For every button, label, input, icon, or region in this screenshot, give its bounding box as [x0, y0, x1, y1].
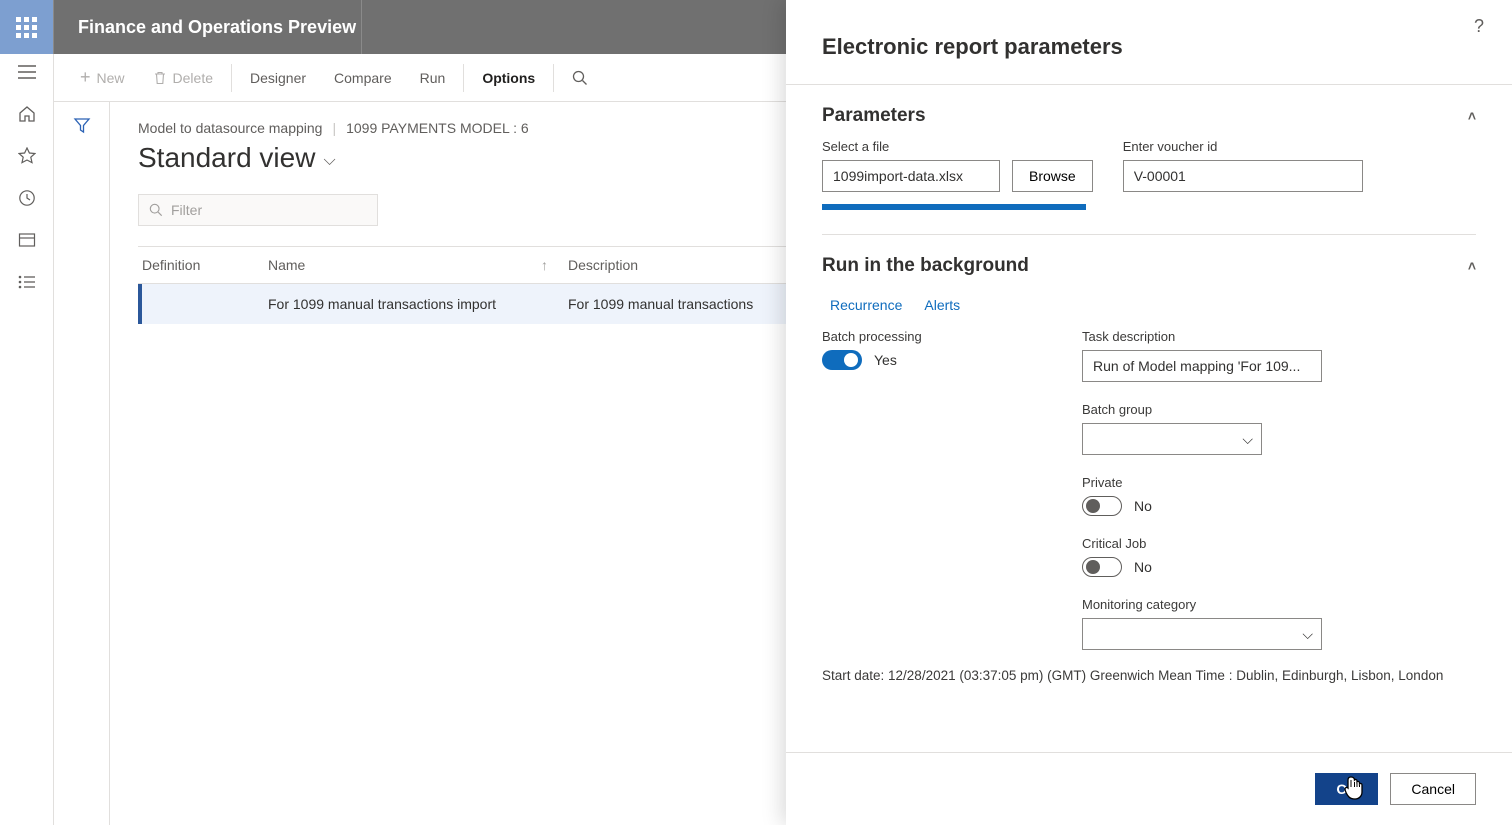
section-background-label: Run in the background	[822, 255, 1029, 277]
ok-button[interactable]: OK	[1315, 773, 1378, 805]
section-background-header[interactable]: Run in the background ˄	[822, 235, 1476, 289]
designer-button[interactable]: Designer	[236, 54, 320, 102]
private-label: Private	[1082, 475, 1322, 490]
monitoring-category-label: Monitoring category	[1082, 597, 1322, 612]
parameters-panel: ? Electronic report parameters Parameter…	[786, 0, 1512, 825]
separator	[231, 64, 232, 92]
panel-footer: OK Cancel	[786, 752, 1512, 825]
browse-button[interactable]: Browse	[1012, 160, 1093, 192]
delete-label: Delete	[173, 70, 213, 86]
start-date-text: Start date: 12/28/2021 (03:37:05 pm) (GM…	[822, 668, 1476, 683]
separator	[553, 64, 554, 92]
critical-job-toggle[interactable]	[1082, 557, 1122, 577]
breadcrumb-separator: |	[332, 120, 336, 136]
new-button[interactable]: New	[66, 54, 139, 102]
private-toggle[interactable]	[1082, 496, 1122, 516]
cell-name: For 1099 manual transactions import	[268, 296, 568, 312]
search-button[interactable]	[558, 54, 602, 102]
breadcrumb-item[interactable]: Model to datasource mapping	[138, 120, 322, 136]
separator	[463, 64, 464, 92]
options-button[interactable]: Options	[468, 54, 549, 102]
filter-placeholder: Filter	[171, 202, 202, 218]
trash-icon	[153, 71, 167, 85]
new-label: New	[97, 70, 125, 86]
voucher-input[interactable]	[1123, 160, 1363, 192]
workspaces-icon[interactable]	[17, 230, 37, 250]
compare-button[interactable]: Compare	[320, 54, 406, 102]
chevron-up-icon: ˄	[1468, 258, 1476, 274]
delete-button[interactable]: Delete	[139, 54, 227, 102]
app-title: Finance and Operations Preview	[54, 17, 356, 38]
filter-column	[54, 102, 110, 825]
panel-body: Parameters ˄ Select a file Browse Enter …	[786, 85, 1512, 752]
filter-input[interactable]: Filter	[138, 194, 378, 226]
critical-job-label: Critical Job	[1082, 536, 1322, 551]
favorites-icon[interactable]	[17, 146, 37, 166]
private-value: No	[1134, 498, 1152, 514]
batch-processing-value: Yes	[874, 352, 897, 368]
chevron-down-icon: ⌵	[1242, 431, 1253, 448]
menu-toggle-button[interactable]	[17, 62, 37, 82]
panel-title: Electronic report parameters	[786, 0, 1512, 85]
search-icon	[572, 70, 588, 86]
critical-job-value: No	[1134, 559, 1152, 575]
monitoring-category-select[interactable]: ⌵	[1082, 618, 1322, 650]
select-file-input[interactable]	[822, 160, 1000, 192]
waffle-icon	[16, 17, 37, 38]
batch-group-label: Batch group	[1082, 402, 1322, 417]
modules-icon[interactable]	[17, 272, 37, 292]
upload-progress	[822, 204, 1086, 210]
section-parameters-header[interactable]: Parameters ˄	[822, 85, 1476, 139]
help-button[interactable]: ?	[1474, 16, 1484, 37]
section-parameters-label: Parameters	[822, 105, 926, 127]
task-description-input[interactable]	[1082, 350, 1322, 382]
run-button[interactable]: Run	[406, 54, 460, 102]
plus-icon	[80, 67, 91, 88]
search-icon	[149, 203, 163, 217]
task-description-label: Task description	[1082, 329, 1322, 344]
app-launcher-button[interactable]	[0, 0, 53, 54]
col-header-definition[interactable]: Definition	[138, 257, 268, 273]
alerts-link[interactable]: Alerts	[924, 297, 960, 313]
voucher-label: Enter voucher id	[1123, 139, 1363, 154]
chevron-down-icon: ⌵	[323, 152, 335, 170]
col-header-name[interactable]: Name ↑	[268, 257, 568, 273]
batch-processing-toggle[interactable]	[822, 350, 862, 370]
cancel-button[interactable]: Cancel	[1390, 773, 1476, 805]
home-icon[interactable]	[17, 104, 37, 124]
sort-ascending-icon: ↑	[541, 257, 548, 273]
funnel-icon[interactable]	[73, 116, 91, 825]
left-nav-rail	[0, 54, 54, 825]
chevron-down-icon: ⌵	[1302, 626, 1313, 643]
batch-processing-label: Batch processing	[822, 329, 1022, 344]
recent-icon[interactable]	[17, 188, 37, 208]
batch-group-select[interactable]: ⌵	[1082, 423, 1262, 455]
view-title-label: Standard view	[138, 142, 315, 174]
breadcrumb-item: 1099 PAYMENTS MODEL : 6	[346, 120, 529, 136]
select-file-label: Select a file	[822, 139, 1093, 154]
chevron-up-icon: ˄	[1468, 108, 1476, 124]
recurrence-link[interactable]: Recurrence	[830, 297, 902, 313]
